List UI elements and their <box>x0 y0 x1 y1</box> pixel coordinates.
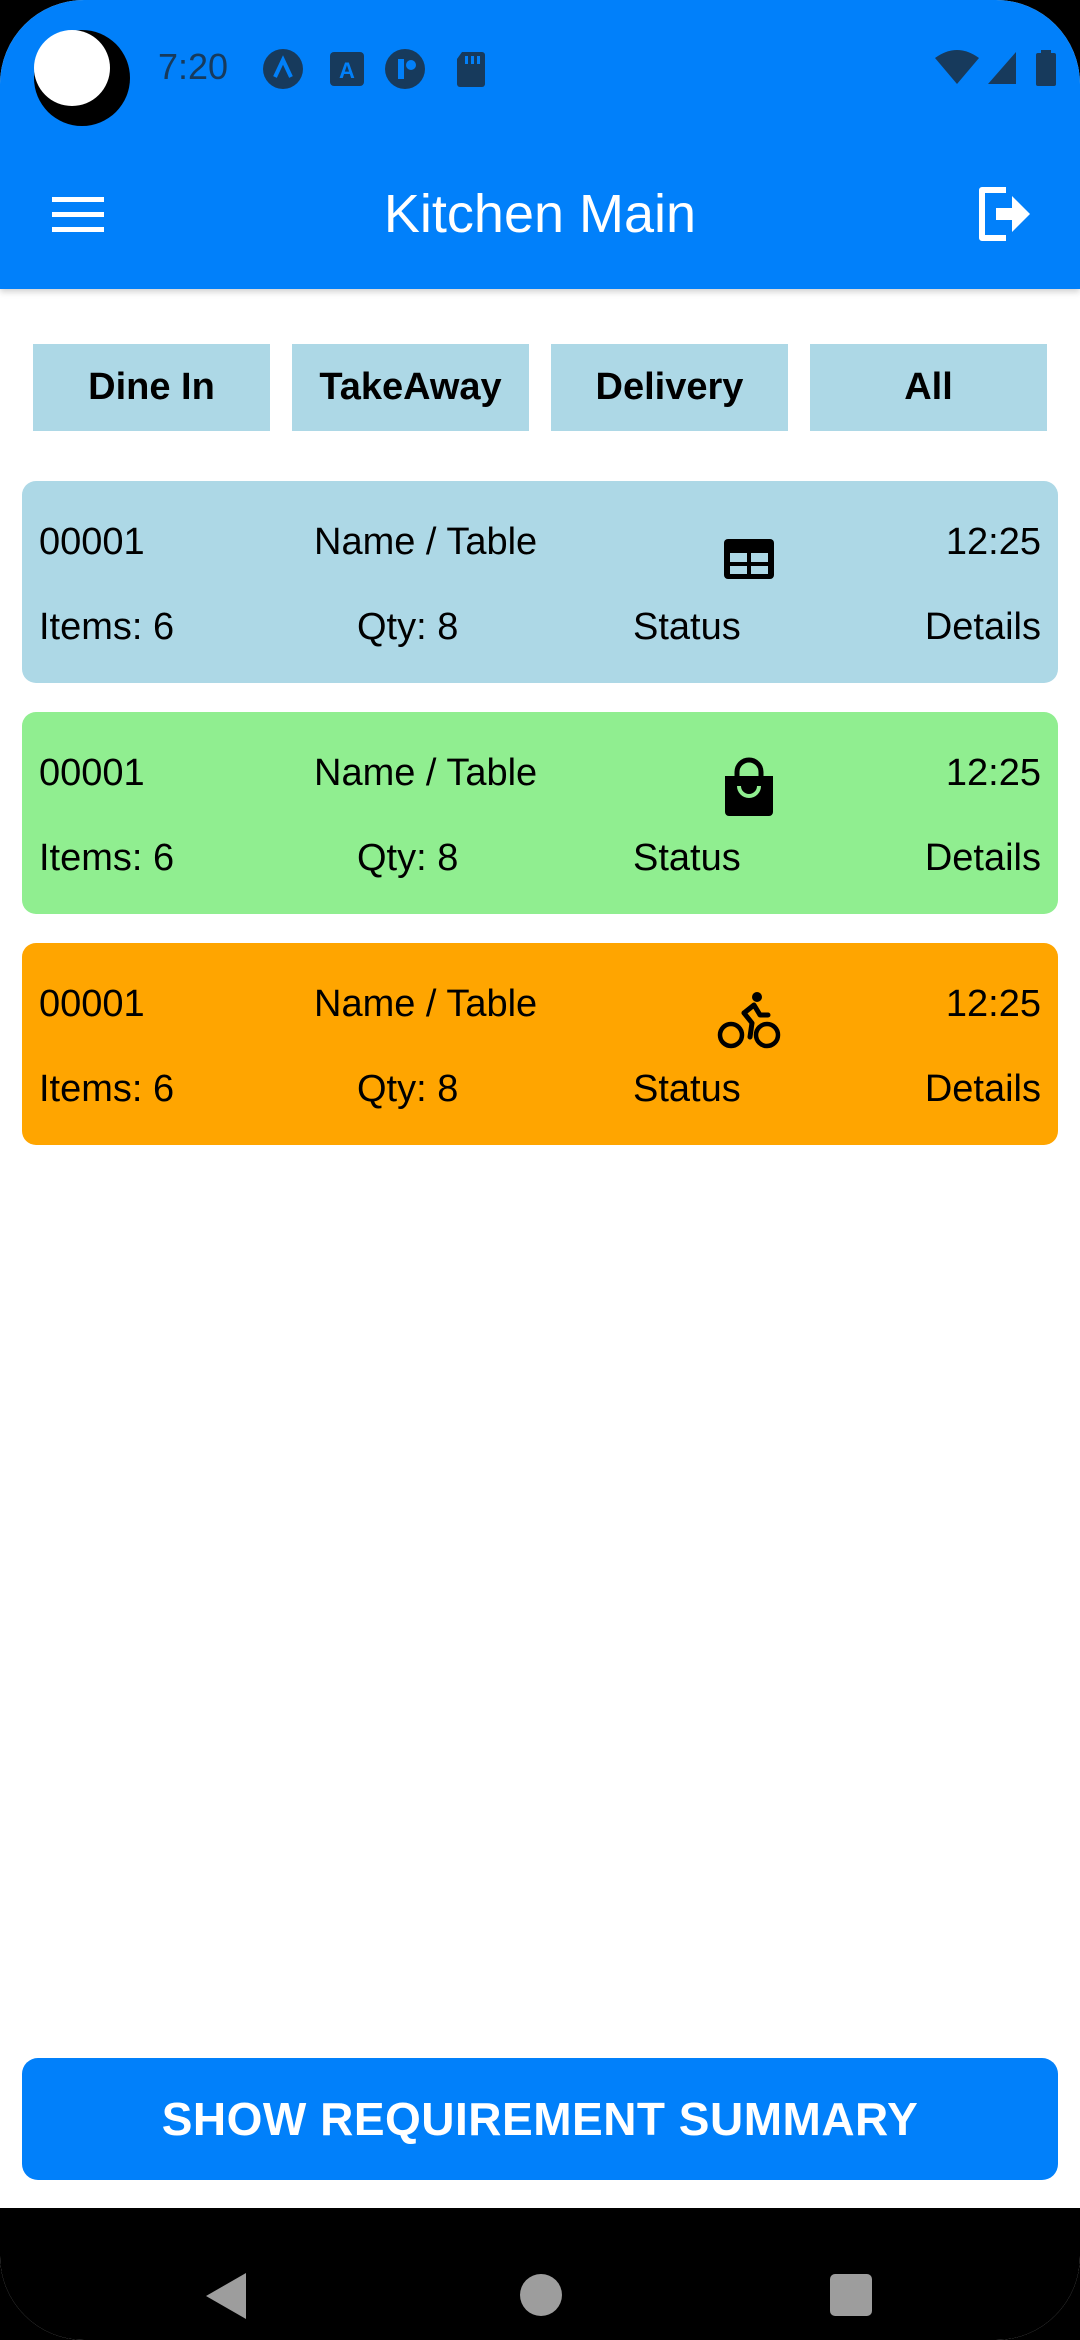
system-nav-bar <box>0 2208 1080 2340</box>
order-time: 12:25 <box>945 983 1041 1025</box>
recents-icon[interactable] <box>830 2274 872 2316</box>
circle-f-icon <box>385 49 425 89</box>
order-card[interactable]: 00001 Name / Table 12:25 Items: 6 Qty: 8… <box>22 481 1058 683</box>
table-icon <box>724 539 774 579</box>
wifi-icon <box>935 50 979 84</box>
app-header: 7:20 A Kitchen Main <box>0 0 1080 289</box>
order-quantity: Qty: 8 <box>357 837 459 879</box>
delivery-filter-button[interactable]: Delivery <box>551 344 788 431</box>
arc-icon <box>263 49 303 89</box>
sd-card-icon <box>457 52 485 87</box>
order-items-count: Items: 6 <box>39 606 175 648</box>
order-items-count: Items: 6 <box>39 1068 175 1110</box>
home-icon[interactable] <box>520 2274 562 2316</box>
order-number: 00001 <box>39 983 145 1025</box>
order-name-table: Name / Table <box>314 521 538 563</box>
order-quantity: Qty: 8 <box>357 1068 459 1110</box>
order-number: 00001 <box>39 521 145 563</box>
page-title: Kitchen Main <box>383 184 697 244</box>
show-requirement-summary-button[interactable]: SHOW REQUIREMENT SUMMARY <box>22 2058 1058 2180</box>
order-card[interactable]: 00001 Name / Table 12:25 Items: 6 Qty: 8… <box>22 943 1058 1145</box>
order-number: 00001 <box>39 752 145 794</box>
order-type-filters: Dine In TakeAway Delivery All <box>33 344 1047 431</box>
logout-icon[interactable] <box>976 184 1032 244</box>
order-name-table: Name / Table <box>314 752 538 794</box>
signal-icon <box>988 52 1016 84</box>
back-icon[interactable] <box>204 2271 248 2321</box>
phone-screen: 7:20 A Kitchen Main Dine In TakeAway Del… <box>0 0 1080 2340</box>
svg-text:A: A <box>339 58 355 83</box>
camera-lens <box>34 30 110 106</box>
all-filter-button[interactable]: All <box>810 344 1047 431</box>
order-time: 12:25 <box>945 521 1041 563</box>
order-status[interactable]: Status <box>633 1068 741 1111</box>
order-status[interactable]: Status <box>633 606 741 649</box>
battery-icon <box>1036 50 1056 86</box>
order-time: 12:25 <box>945 752 1041 794</box>
order-card[interactable]: 00001 Name / Table 12:25 Items: 6 Qty: 8… <box>22 712 1058 914</box>
order-details-link[interactable]: Details <box>925 837 1041 880</box>
shopping-bag-icon <box>725 757 773 816</box>
order-quantity: Qty: 8 <box>357 606 459 648</box>
order-items-count: Items: 6 <box>39 837 175 879</box>
order-details-link[interactable]: Details <box>925 1068 1041 1111</box>
dine-in-filter-button[interactable]: Dine In <box>33 344 270 431</box>
order-name-table: Name / Table <box>314 983 538 1025</box>
order-details-link[interactable]: Details <box>925 606 1041 649</box>
status-time: 7:20 <box>158 46 229 87</box>
text-a-icon: A <box>330 52 364 86</box>
bicycle-rider-icon <box>717 992 781 1049</box>
order-status[interactable]: Status <box>633 837 741 880</box>
takeaway-filter-button[interactable]: TakeAway <box>292 344 529 431</box>
